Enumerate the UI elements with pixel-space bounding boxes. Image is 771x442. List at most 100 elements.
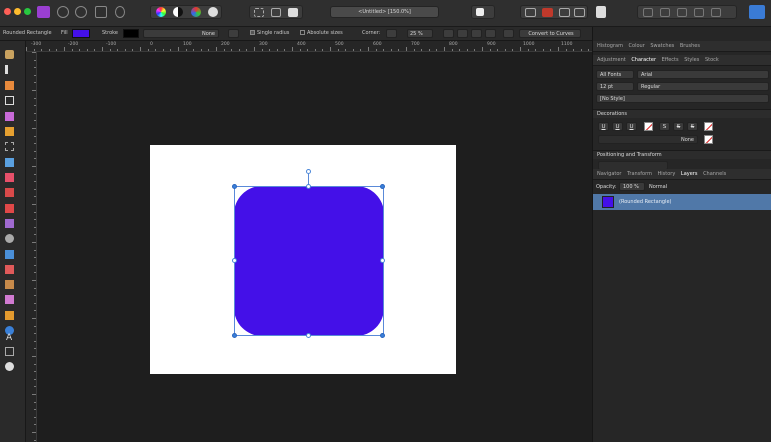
selection-tool-icon[interactable]	[5, 142, 14, 151]
transparency-tool-icon[interactable]	[5, 311, 14, 320]
snap-button-2[interactable]	[457, 29, 468, 38]
resize-handle-left[interactable]	[232, 258, 237, 263]
snap-button-1[interactable]	[443, 29, 454, 38]
pixel-persona-icon[interactable]	[57, 6, 69, 18]
snap-button-4[interactable]	[485, 29, 496, 38]
document-title[interactable]: <Untitled> [150.0%]	[330, 6, 439, 18]
boolean-icon[interactable]	[574, 8, 585, 17]
zoom-window-button[interactable]	[24, 8, 31, 15]
tab-channels[interactable]: Channels	[703, 171, 726, 177]
order-icon[interactable]	[525, 8, 536, 17]
text-style-dropdown[interactable]: [No Style]	[596, 94, 769, 103]
resize-handle-bottom[interactable]	[306, 333, 311, 338]
clone-tool-icon[interactable]	[5, 219, 14, 228]
underline-button[interactable]: U	[598, 122, 609, 131]
blend-mode-dropdown[interactable]: Normal	[649, 184, 667, 190]
pixel-mode-icon[interactable]	[288, 8, 298, 17]
opacity-field[interactable]: 100 %	[619, 182, 645, 191]
convert-to-curves-button[interactable]: Convert to Curves	[519, 29, 581, 38]
pencil-tool-icon[interactable]	[5, 188, 14, 197]
stroke-settings-button[interactable]	[228, 29, 239, 38]
node-tool-icon[interactable]	[5, 81, 14, 90]
minimize-window-button[interactable]	[14, 8, 21, 15]
underline-color-swatch[interactable]	[644, 122, 653, 131]
blur-tool-icon[interactable]	[5, 250, 14, 259]
decoration-weight-field[interactable]: None	[598, 135, 698, 144]
single-radius-checkbox[interactable]: Single radius	[250, 30, 289, 36]
fill-swatch[interactable]	[72, 29, 90, 38]
font-size-field[interactable]: 12 pt	[596, 82, 634, 91]
move-tool-icon[interactable]	[5, 65, 14, 74]
marquee-icon[interactable]	[254, 8, 264, 17]
tab-character[interactable]: Character	[631, 57, 656, 63]
resize-handle-top-right[interactable]	[380, 184, 385, 189]
text-tool-icon[interactable]: A	[6, 333, 12, 343]
stroke-swatch[interactable]	[123, 29, 139, 38]
rotate-icon[interactable]	[711, 8, 721, 17]
crop-icon[interactable]	[271, 8, 281, 17]
canvas-area[interactable]	[37, 52, 592, 442]
double-underline-button[interactable]: U	[612, 122, 623, 131]
tab-layers[interactable]: Layers	[681, 171, 698, 177]
dodge-tool-icon[interactable]	[5, 265, 14, 274]
shape-tool-icon[interactable]	[5, 295, 14, 304]
crop-tool-icon[interactable]	[5, 96, 14, 105]
flip-horizontal-icon[interactable]	[677, 8, 687, 17]
tone-icon[interactable]	[173, 7, 183, 17]
snapping-icon[interactable]	[542, 8, 553, 17]
strike-color-swatch[interactable]	[704, 122, 713, 131]
designer-persona-icon[interactable]	[37, 6, 50, 18]
hsl-icon[interactable]	[208, 7, 218, 17]
absolute-sizes-checkbox[interactable]: Absolute sizes	[300, 30, 343, 36]
hand-tool-icon[interactable]	[5, 50, 14, 59]
corner-type-button[interactable]	[386, 29, 397, 38]
tab-histogram[interactable]: Histogram	[597, 43, 623, 49]
tab-styles[interactable]: Styles	[684, 57, 699, 63]
tab-transform[interactable]: Transform	[627, 171, 652, 177]
tab-effects[interactable]: Effects	[662, 57, 679, 63]
vector-brush-tool-icon[interactable]	[5, 127, 14, 136]
align-icon[interactable]	[559, 8, 570, 17]
positioning-section[interactable]: Positioning and Transform	[593, 150, 771, 159]
resize-handle-right[interactable]	[380, 258, 385, 263]
decoration-none-swatch[interactable]	[704, 135, 713, 144]
resize-handle-bottom-right[interactable]	[380, 333, 385, 338]
ungroup-icon[interactable]	[660, 8, 670, 17]
corner-radius-field[interactable]: 25 %	[407, 29, 433, 38]
underline-style-button[interactable]: U	[626, 122, 637, 131]
color-icon[interactable]	[191, 7, 201, 17]
tab-stock[interactable]: Stock	[705, 57, 719, 63]
tab-adjustment[interactable]: Adjustment	[597, 57, 626, 63]
resize-handle-top[interactable]	[306, 184, 311, 189]
pen-tool-icon[interactable]	[5, 173, 14, 182]
share-icon[interactable]	[115, 6, 125, 18]
document-page[interactable]	[150, 145, 456, 374]
stroke-width-field[interactable]: None	[143, 29, 219, 38]
resize-handle-bottom-left[interactable]	[232, 333, 237, 338]
paint-brush-tool-icon[interactable]	[5, 112, 14, 121]
font-style-dropdown[interactable]: Regular	[637, 82, 769, 91]
strike-style-button[interactable]: S	[687, 122, 698, 131]
fill-tool-icon[interactable]	[5, 158, 14, 167]
close-window-button[interactable]	[4, 8, 11, 15]
resize-handle-top-left[interactable]	[232, 184, 237, 189]
tab-colour[interactable]: Colour	[629, 43, 645, 49]
layer-row[interactable]: (Rounded Rectangle)	[593, 194, 771, 210]
help-icon[interactable]	[596, 6, 606, 18]
tab-history[interactable]: History	[658, 171, 676, 177]
gradient-tool-icon[interactable]	[5, 280, 14, 289]
mode-dropdown[interactable]	[471, 5, 495, 19]
font-collection-dropdown[interactable]: All Fonts	[596, 70, 634, 79]
font-family-dropdown[interactable]: Arial	[637, 70, 769, 79]
zoom-view-tool-icon[interactable]	[5, 362, 14, 371]
search-icon[interactable]	[749, 5, 765, 19]
color-wheel-icon[interactable]	[156, 7, 166, 17]
decorations-section[interactable]: Decorations	[593, 109, 771, 118]
tab-brushes[interactable]: Brushes	[680, 43, 700, 49]
convert-icon[interactable]	[503, 29, 514, 38]
zoom-tool-icon[interactable]	[5, 234, 14, 243]
table-tool-icon[interactable]	[5, 347, 14, 356]
tab-navigator[interactable]: Navigator	[597, 171, 621, 177]
snap-button-3[interactable]	[471, 29, 482, 38]
double-strikethrough-button[interactable]: S	[673, 122, 684, 131]
